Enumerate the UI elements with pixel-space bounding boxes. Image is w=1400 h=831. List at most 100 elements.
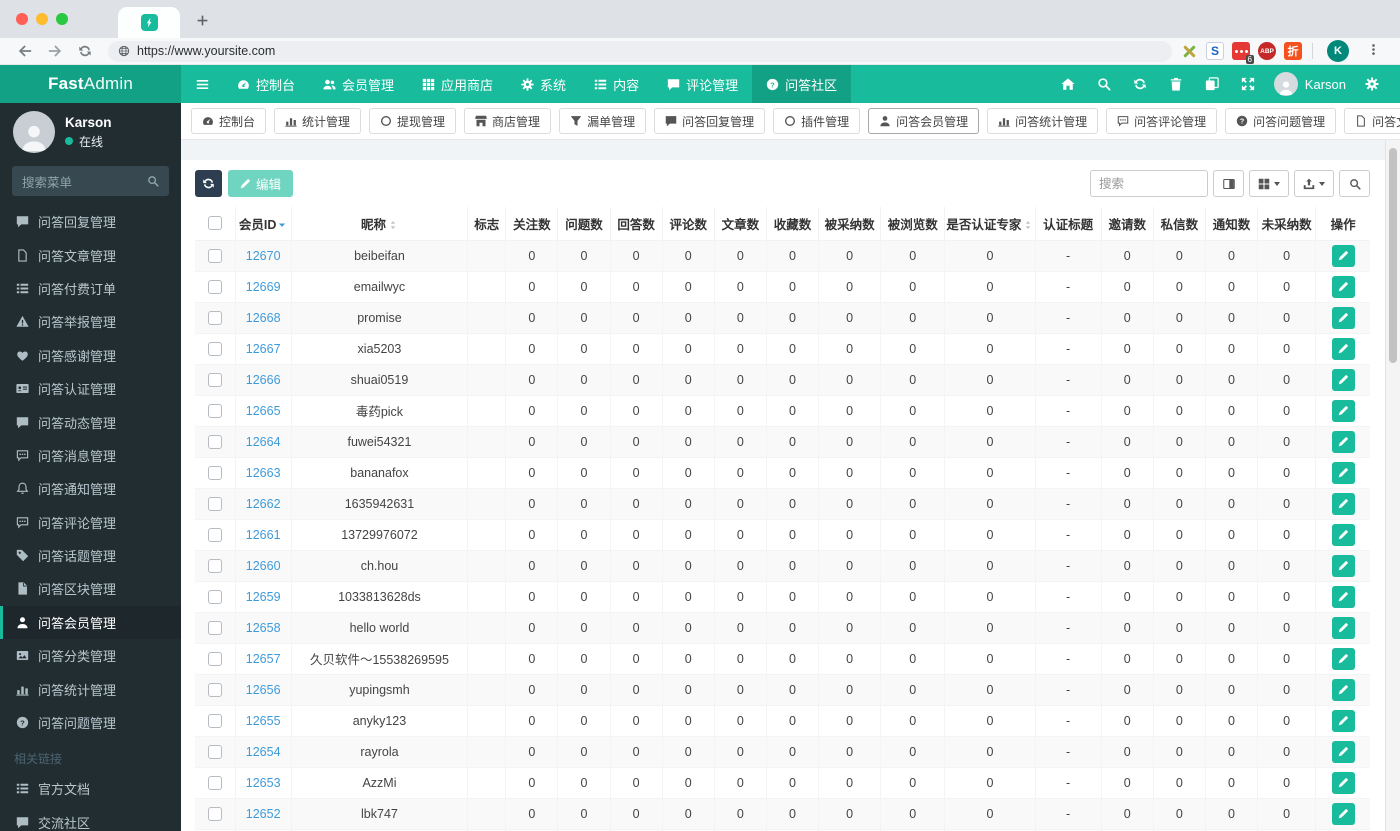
edit-row-button[interactable] [1331,678,1355,701]
sidebar-item-7[interactable]: 问答消息管理 [0,439,181,472]
row-checkbox[interactable] [207,341,222,356]
row-checkbox[interactable] [207,403,222,418]
tab-button-8[interactable]: 问答统计管理 [987,108,1099,134]
edit-row-button[interactable] [1331,616,1355,639]
sidebar-item-4[interactable]: 问答感谢管理 [0,339,181,372]
export-dropdown-button[interactable] [1294,170,1334,197]
member-id-link[interactable]: 12670 [246,249,281,263]
member-id-link[interactable]: 12655 [246,714,281,728]
edit-row-button[interactable] [1331,523,1355,546]
sidebar-item-3[interactable]: 问答举报管理 [0,305,181,338]
columns-dropdown-button[interactable] [1249,170,1289,197]
edit-row-button[interactable] [1331,275,1355,298]
sidebar-item-15[interactable]: 问答问题管理 [0,706,181,739]
tab-button-0[interactable]: 控制台 [191,108,267,134]
sidebar-item-5[interactable]: 问答认证管理 [0,372,181,405]
tab-button-3[interactable]: 商店管理 [464,108,552,134]
page-scrollbar[interactable] [1385,140,1400,831]
sidebar-item-8[interactable]: 问答通知管理 [0,472,181,505]
top-nav-item-6[interactable]: 问答社区 [752,65,852,103]
row-checkbox[interactable] [207,248,222,263]
member-id-link[interactable]: 12659 [246,590,281,604]
menu-search-input[interactable]: 搜索菜单 [12,166,169,196]
member-id-link[interactable]: 12652 [246,807,281,821]
member-id-link[interactable]: 12654 [246,745,281,759]
edit-row-button[interactable] [1331,244,1355,267]
edit-row-button[interactable] [1331,647,1355,670]
member-id-link[interactable]: 12666 [246,373,281,387]
edit-row-button[interactable] [1331,399,1355,422]
row-checkbox[interactable] [207,651,222,666]
column-header-member-id[interactable]: 会员ID [234,207,292,241]
minimize-window-button[interactable] [36,13,48,25]
row-checkbox[interactable] [207,527,222,542]
member-id-link[interactable]: 12653 [246,776,281,790]
sidebar-link-1[interactable]: 交流社区 [0,806,181,831]
column-header-is-expert[interactable]: 是否认证专家 [944,207,1036,241]
row-checkbox[interactable] [207,310,222,325]
row-checkbox[interactable] [207,620,222,635]
edit-button-toolbar[interactable]: 编辑 [228,170,294,197]
row-checkbox[interactable] [207,589,222,604]
row-checkbox[interactable] [207,372,222,387]
row-checkbox[interactable] [207,434,222,449]
column-header-nickname[interactable]: 昵称 [290,207,469,241]
member-id-link[interactable]: 12662 [246,497,281,511]
back-button[interactable] [10,44,40,58]
app-logo[interactable]: Fast Admin [0,65,181,103]
tab-button-10[interactable]: 问答问题管理 [1225,108,1337,134]
edit-row-button[interactable] [1331,461,1355,484]
common-search-toggle-button[interactable] [1213,170,1244,197]
header-search-button[interactable] [1086,65,1122,103]
member-id-link[interactable]: 12668 [246,311,281,325]
tab-button-4[interactable]: 漏单管理 [559,108,647,134]
member-id-link[interactable]: 12667 [246,342,281,356]
tab-button-11[interactable]: 问答文章管理 [1344,108,1400,134]
top-nav-item-4[interactable]: 内容 [580,65,653,103]
fullscreen-button[interactable] [1230,65,1266,103]
tab-button-2[interactable]: 提现管理 [369,108,457,134]
sidebar-item-2[interactable]: 问答付费订单 [0,272,181,305]
sidebar-item-0[interactable]: 问答回复管理 [0,205,181,238]
refresh-button[interactable] [195,170,222,197]
search-submit-button[interactable] [1339,170,1370,197]
sidebar-item-12[interactable]: 问答会员管理 [0,605,181,640]
edit-row-button[interactable] [1331,306,1355,329]
sidebar-item-11[interactable]: 问答区块管理 [0,572,181,605]
top-nav-item-0[interactable]: 控制台 [223,65,309,103]
sidebar-item-13[interactable]: 问答分类管理 [0,639,181,672]
maximize-window-button[interactable] [56,13,68,25]
row-checkbox[interactable] [207,775,222,790]
top-nav-item-1[interactable]: 会员管理 [309,65,408,103]
browser-tab[interactable] [118,7,180,38]
tab-button-9[interactable]: 问答评论管理 [1106,108,1218,134]
sidebar-item-14[interactable]: 问答统计管理 [0,672,181,705]
sidebar-item-6[interactable]: 问答动态管理 [0,405,181,438]
edit-row-button[interactable] [1331,585,1355,608]
scrollbar-thumb[interactable] [1389,148,1397,363]
extension-tools-icon[interactable] [1180,42,1198,60]
row-checkbox[interactable] [207,465,222,480]
tab-button-7[interactable]: 问答会员管理 [868,108,980,134]
table-search-input[interactable] [1090,170,1208,197]
top-nav-item-3[interactable]: 系统 [507,65,580,103]
sidebar-item-10[interactable]: 问答话题管理 [0,539,181,572]
sidebar-toggle-button[interactable] [181,65,223,103]
close-window-button[interactable] [16,13,28,25]
row-checkbox[interactable] [207,806,222,821]
row-checkbox[interactable] [207,558,222,573]
clear-cache-button[interactable] [1158,65,1194,103]
extension-s-icon[interactable]: S [1206,42,1224,60]
sidebar-link-0[interactable]: 官方文档 [0,772,181,805]
edit-row-button[interactable] [1331,802,1355,825]
copy-cache-button[interactable] [1194,65,1230,103]
member-id-link[interactable]: 12658 [246,621,281,635]
edit-row-button[interactable] [1331,554,1355,577]
row-checkbox[interactable] [207,279,222,294]
member-id-link[interactable]: 12661 [246,528,281,542]
row-checkbox[interactable] [207,682,222,697]
top-nav-item-5[interactable]: 评论管理 [653,65,752,103]
avatar[interactable] [13,111,55,153]
extension-zhe-icon[interactable]: 折 [1284,42,1302,60]
tab-button-6[interactable]: 插件管理 [773,108,861,134]
